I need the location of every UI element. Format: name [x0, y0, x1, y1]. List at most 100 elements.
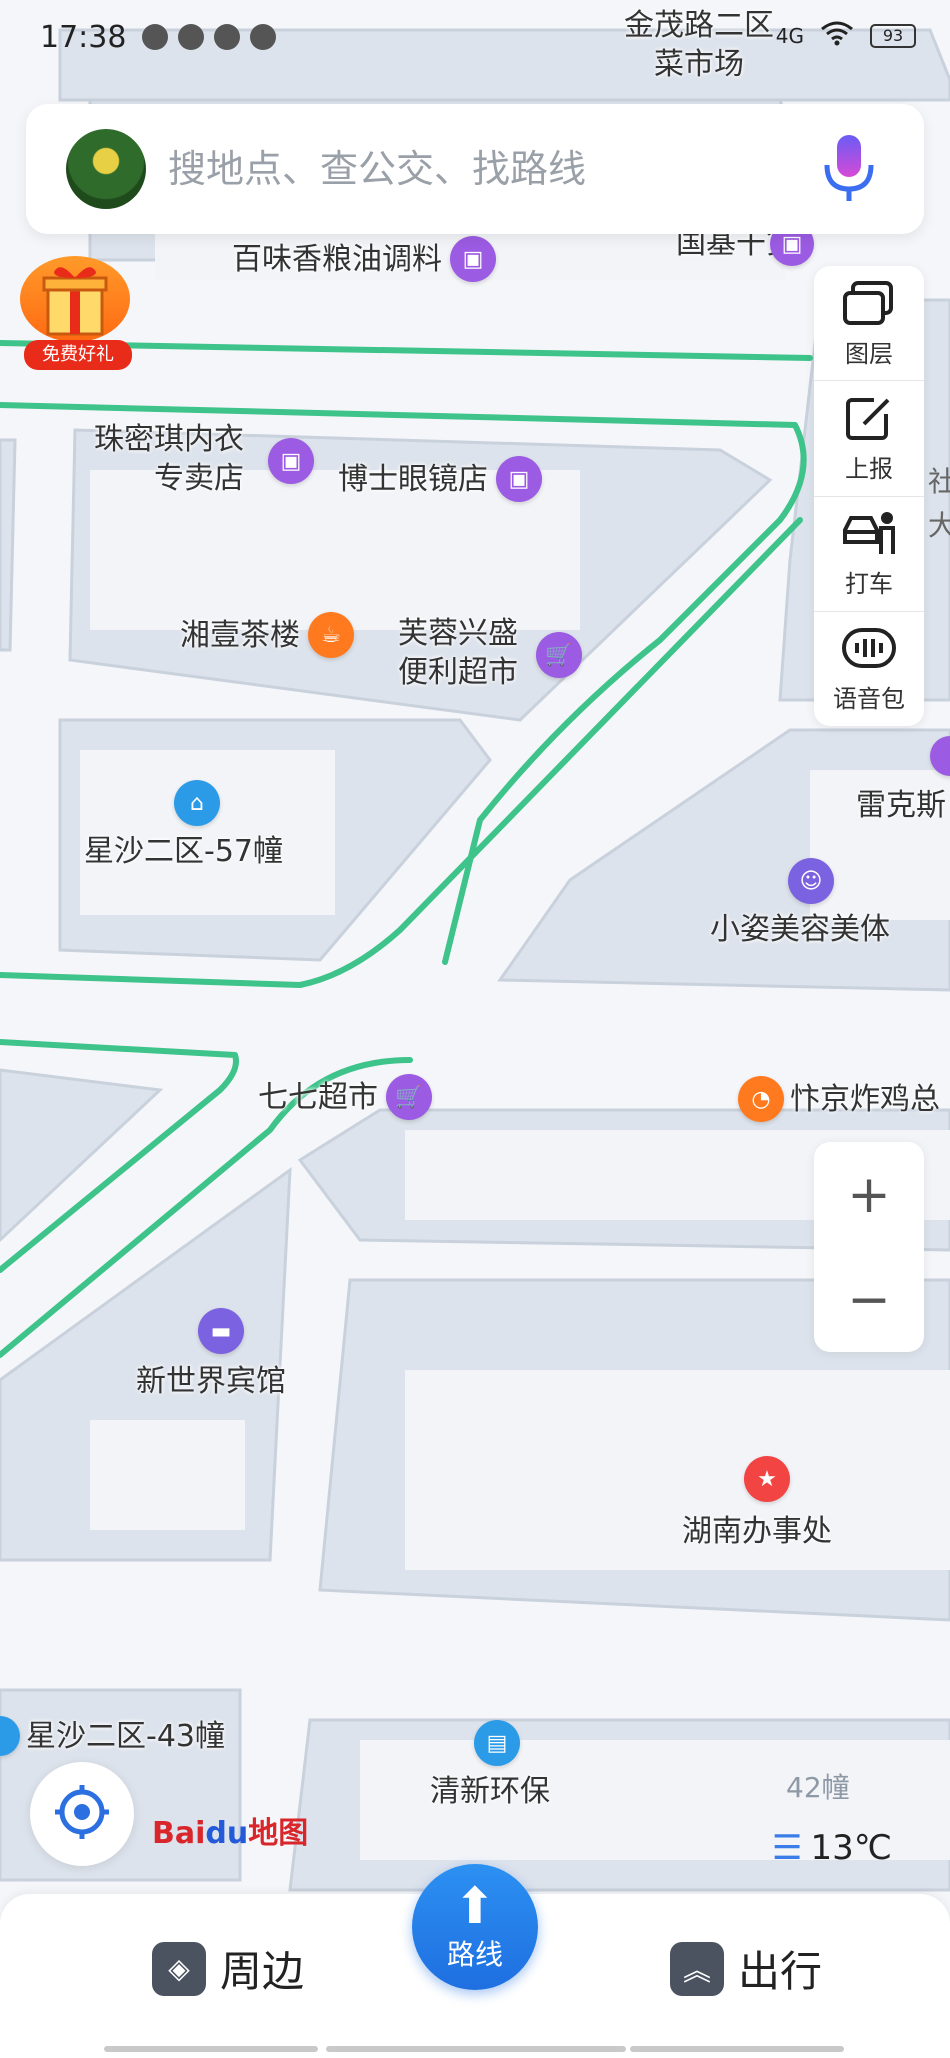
poi-label: 菜市场: [654, 47, 744, 82]
home-indicator: [630, 2046, 844, 2052]
hotel-icon: ▬: [198, 1308, 244, 1354]
sync-icon: [250, 24, 277, 50]
residence-icon: ⌂: [174, 780, 220, 826]
message-icon: [142, 24, 169, 50]
poi-label: 芙蓉兴盛: [398, 616, 518, 651]
voice-pack-icon: [841, 623, 897, 673]
microphone-icon[interactable]: [814, 129, 884, 209]
poi-convenience[interactable]: 芙蓉兴盛 便利超市: [398, 614, 518, 692]
poi-label: 百味香粮油调料: [232, 241, 442, 277]
poi-label: 湘壹茶楼: [180, 617, 300, 653]
gift-icon: [20, 256, 130, 342]
cart-icon: 🛒: [386, 1074, 432, 1120]
poi-label: 忭京炸鸡总: [790, 1081, 940, 1117]
partial-label: 大: [928, 509, 950, 542]
nav-nearby[interactable]: ◈ 周边: [152, 1938, 304, 1999]
cart-icon: 🛒: [536, 632, 582, 678]
poi-label: 雷克斯: [856, 788, 946, 823]
menu-icon: ☰: [772, 1828, 803, 1868]
wifi-icon: [820, 20, 854, 51]
poi-label: 小姿美容美体: [710, 912, 890, 947]
poi-label: 七七超市: [258, 1079, 378, 1115]
route-label: 路线: [446, 1938, 503, 1971]
tool-voice-pack[interactable]: 语音包: [814, 612, 924, 726]
poi-environmental[interactable]: 清新环保: [430, 1772, 550, 1811]
app-notify-icon: [178, 24, 205, 50]
logo-paw: du: [205, 1816, 249, 1851]
baidu-map-logo: Baidu地图: [152, 1808, 308, 1852]
poi-qiqi-supermarket[interactable]: 七七超市 🛒: [258, 1074, 432, 1120]
avatar[interactable]: [66, 129, 146, 209]
shop-icon: ▣: [268, 438, 314, 484]
poi-fried-chicken[interactable]: ◔ 忭京炸鸡总: [738, 1076, 940, 1122]
poi-label: 专卖店: [154, 461, 244, 496]
weather-widget[interactable]: ☰ 13℃: [772, 1828, 892, 1868]
tool-label: 语音包: [833, 685, 905, 714]
travel-icon: ︽: [670, 1941, 724, 1996]
poi-hotel[interactable]: 新世界宾馆: [136, 1362, 286, 1401]
route-button[interactable]: ⬆ 路线: [412, 1864, 538, 1990]
zoom-in-button[interactable]: +: [814, 1142, 924, 1247]
poi-lex[interactable]: 雷克斯: [856, 786, 946, 825]
search-bar[interactable]: [26, 104, 924, 234]
logo-text: 地图: [248, 1816, 309, 1851]
poi-label: 博士眼镜店: [338, 461, 488, 497]
building-42-label: 42幢: [786, 1771, 850, 1804]
nav-travel[interactable]: ︽ 出行: [670, 1938, 822, 1999]
tool-layers[interactable]: 图层: [814, 266, 924, 382]
mail-icon: [214, 24, 241, 50]
poi-label: 清新环保: [430, 1774, 550, 1809]
map-tools-panel: 图层 上报 打车 语音包: [814, 266, 924, 726]
free-gift-button[interactable]: 免费好礼: [20, 256, 136, 372]
layers-icon: [841, 278, 897, 328]
nav-label: 周边: [220, 1947, 305, 1996]
poi-grain-oil[interactable]: 百味香粮油调料 ▣: [232, 236, 496, 282]
compass-icon: ◈: [152, 1941, 206, 1996]
star-icon: ★: [744, 1456, 790, 1502]
report-icon: [841, 393, 897, 443]
poi-office[interactable]: 湖南办事处: [682, 1512, 832, 1551]
poi-glasses[interactable]: 博士眼镜店 ▣: [338, 456, 542, 502]
temperature: 13℃: [810, 1828, 892, 1868]
tea-icon: ☕: [308, 612, 354, 658]
locate-button[interactable]: [30, 1762, 134, 1866]
tool-taxi[interactable]: 打车: [814, 497, 924, 612]
poi-teahouse[interactable]: 湘壹茶楼 ☕: [180, 612, 354, 658]
poi-market[interactable]: 金茂路二区 菜市场: [624, 6, 774, 84]
tool-report[interactable]: 上报: [814, 381, 924, 497]
company-icon: ▤: [474, 1720, 520, 1766]
food-icon: ◔: [738, 1076, 784, 1122]
beauty-icon: ☺: [788, 858, 834, 904]
battery-indicator: 93: [870, 23, 916, 48]
taxi-icon: [841, 508, 897, 558]
gift-label: 免费好礼: [24, 340, 132, 370]
poi-label: 珠密琪内衣: [94, 422, 244, 457]
network-label: 4G: [775, 23, 804, 48]
shop-icon: ▣: [496, 456, 542, 502]
poi-beauty[interactable]: 小姿美容美体: [710, 910, 890, 949]
poi-label: 湖南办事处: [682, 1514, 832, 1549]
poi-building-57[interactable]: 星沙二区-57幢: [84, 832, 283, 871]
partial-label: 社: [928, 465, 950, 498]
poi-building-43[interactable]: 星沙二区-43幢: [0, 1716, 225, 1756]
logo-text: Bai: [152, 1816, 206, 1851]
poi-label: 便利超市: [398, 655, 518, 690]
locate-icon: [53, 1783, 111, 1845]
residence-icon: [0, 1716, 20, 1756]
zoom-out-button[interactable]: −: [814, 1247, 924, 1352]
status-time: 17:38: [40, 19, 127, 55]
home-indicator: [104, 2046, 318, 2052]
tool-label: 图层: [845, 339, 893, 368]
search-input[interactable]: [168, 147, 814, 191]
zoom-controls: + −: [814, 1142, 924, 1352]
poi-lingerie[interactable]: 珠密琪内衣 专卖店: [94, 420, 244, 498]
poi-label: 星沙二区-43幢: [26, 1718, 225, 1754]
notification-icons: [142, 24, 277, 50]
tool-label: 打车: [845, 570, 893, 599]
status-right: 4G 93: [776, 20, 916, 51]
nav-label: 出行: [738, 1947, 823, 1996]
home-indicator: [326, 2046, 626, 2052]
tool-label: 上报: [845, 454, 893, 483]
poi-label: 金茂路二区: [624, 8, 774, 43]
shop-icon: ▣: [450, 236, 496, 282]
